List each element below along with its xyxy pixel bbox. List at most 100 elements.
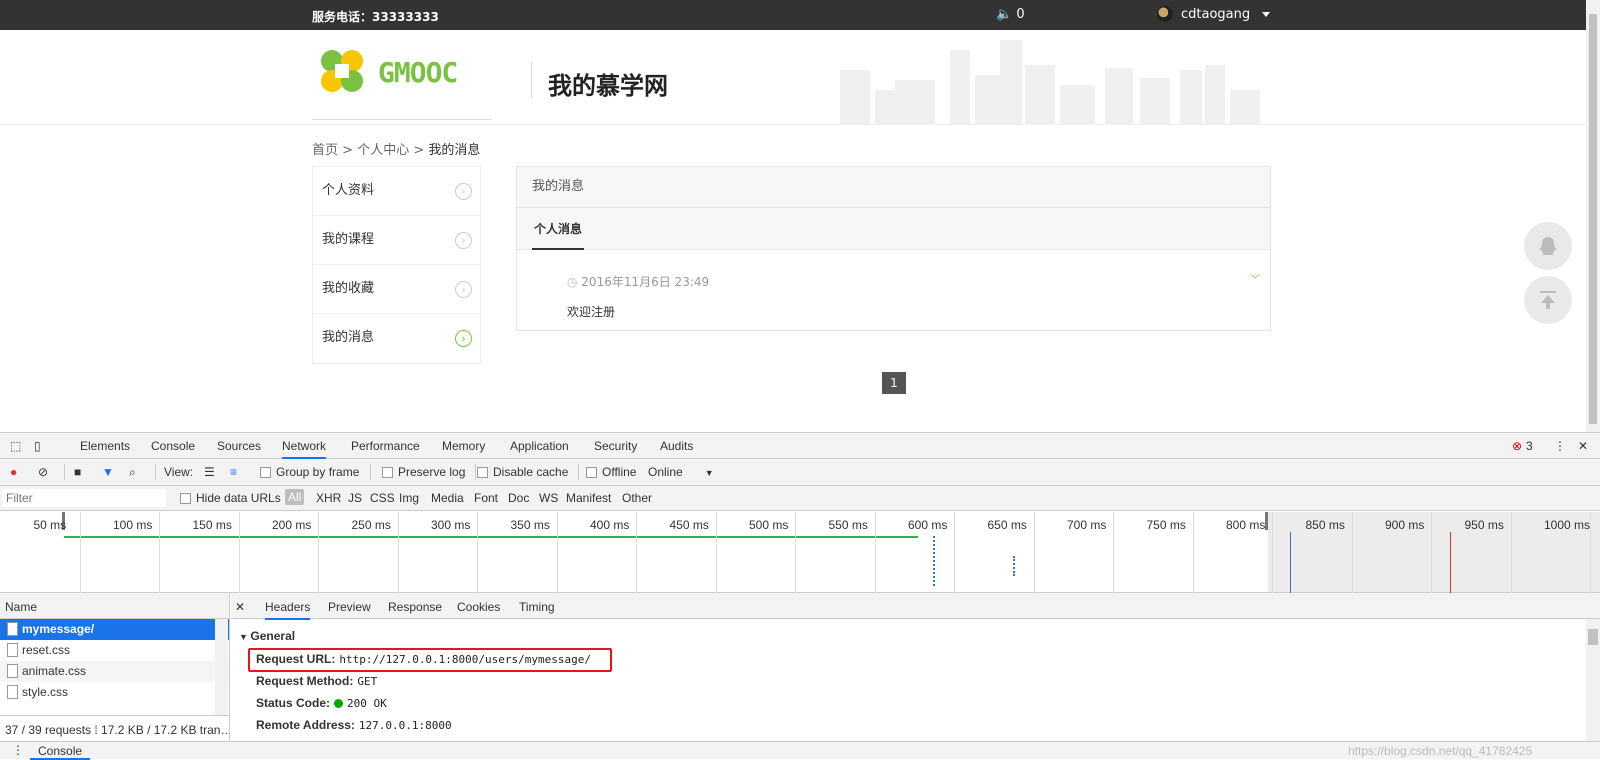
filter-css[interactable]: CSS xyxy=(370,491,395,505)
file-icon xyxy=(7,685,18,699)
group-by-frame-checkbox[interactable]: Group by frame xyxy=(260,465,359,479)
tab-sources[interactable]: Sources xyxy=(217,439,261,453)
notification-indicator[interactable]: 🔈 0 xyxy=(996,7,1025,22)
nav-item-favorites[interactable]: 我的收藏 › xyxy=(313,265,480,314)
logo-icon[interactable] xyxy=(319,48,365,94)
timeline-gridline xyxy=(1113,512,1114,593)
nav-item-messages[interactable]: 我的消息 › xyxy=(313,314,480,363)
tab-memory[interactable]: Memory xyxy=(442,439,485,453)
timeline-gridline xyxy=(1033,512,1035,593)
nav-item-courses[interactable]: 我的课程 › xyxy=(313,216,480,265)
scrollbar-thumb[interactable] xyxy=(1588,629,1598,645)
tab-console[interactable]: Console xyxy=(151,439,195,453)
tab-preview[interactable]: Preview xyxy=(328,600,371,614)
speaker-icon: 🔈 xyxy=(996,7,1013,22)
filter-xhr[interactable]: XHR xyxy=(316,491,341,505)
filter-doc[interactable]: Doc xyxy=(508,491,529,505)
hide-data-urls-checkbox[interactable]: Hide data URLs xyxy=(180,491,281,505)
tab-elements[interactable]: Elements xyxy=(80,439,130,453)
request-name: animate.css xyxy=(22,664,87,678)
chevron-down-icon[interactable]: ﹀ xyxy=(1250,271,1260,286)
timeline-tick-label: 700 ms xyxy=(1067,518,1107,532)
large-rows-icon[interactable]: ☰ xyxy=(204,465,215,479)
requests-scrollbar[interactable] xyxy=(215,619,228,715)
filter-font[interactable]: Font xyxy=(474,491,498,505)
tab-personal-messages[interactable]: 个人消息 xyxy=(532,208,585,250)
status-code-value: 200 OK xyxy=(347,697,387,710)
chevron-right-icon: › xyxy=(455,183,472,200)
filter-icon[interactable]: ▼ xyxy=(102,465,114,479)
request-row[interactable]: mymessage/ xyxy=(0,619,229,640)
timeline-gridline xyxy=(1510,512,1512,593)
filter-ws[interactable]: WS xyxy=(539,491,558,505)
timeline-tick-label: 200 ms xyxy=(272,518,312,532)
record-icon[interactable]: ● xyxy=(10,465,17,479)
request-row[interactable]: style.css xyxy=(0,682,229,703)
filter-media[interactable]: Media xyxy=(431,491,464,505)
breadcrumb-home[interactable]: 首页 xyxy=(312,143,338,158)
filter-js[interactable]: JS xyxy=(348,491,362,505)
error-icon[interactable]: ⊗ xyxy=(1512,439,1522,453)
filter-all[interactable]: All xyxy=(285,489,305,505)
throttling-select[interactable]: Online ▼ xyxy=(648,465,714,479)
tab-performance[interactable]: Performance xyxy=(351,439,420,453)
dropdown-arrow-icon: ▼ xyxy=(704,468,714,478)
close-icon[interactable]: ✕ xyxy=(235,600,245,614)
qq-service-button[interactable] xyxy=(1524,222,1572,270)
user-menu[interactable]: cdtaogang xyxy=(1157,6,1271,22)
tab-headers[interactable]: Headers xyxy=(265,600,311,620)
general-section-toggle[interactable]: ▼ General xyxy=(239,629,295,643)
timeline-tick-label: 900 ms xyxy=(1385,518,1425,532)
file-icon xyxy=(7,664,18,678)
timeline-gridline xyxy=(238,512,240,593)
tab-cookies[interactable]: Cookies xyxy=(457,600,500,614)
page-scrollbar[interactable] xyxy=(1586,0,1600,432)
request-row[interactable]: reset.css xyxy=(0,640,229,661)
screenshot-camera-icon[interactable]: ■ xyxy=(74,465,81,479)
preserve-log-checkbox[interactable]: Preserve log xyxy=(382,465,465,479)
back-to-top-button[interactable] xyxy=(1524,276,1572,324)
page-number-button[interactable]: 1 xyxy=(882,372,906,394)
request-method-row: Request Method: GET xyxy=(256,674,377,688)
offline-checkbox[interactable]: Offline xyxy=(586,465,636,479)
detail-scrollbar[interactable] xyxy=(1586,619,1600,741)
filter-input[interactable] xyxy=(2,489,166,507)
timeline-gridline xyxy=(1192,512,1194,593)
tab-application[interactable]: Application xyxy=(510,439,569,453)
user-center-nav: 个人资料 › 我的课程 › 我的收藏 › 我的消息 › xyxy=(312,166,481,364)
waterfall-view-icon[interactable]: ≡ xyxy=(230,465,237,479)
breadcrumb-separator: > xyxy=(409,143,429,158)
timeline-gridline xyxy=(874,512,876,593)
overview-window-handle[interactable] xyxy=(1265,512,1268,530)
error-count[interactable]: 3 xyxy=(1526,439,1533,453)
remote-address-value: 127.0.0.1:8000 xyxy=(358,719,452,732)
scrollbar-thumb[interactable] xyxy=(1589,14,1597,424)
nav-item-profile[interactable]: 个人资料 › xyxy=(313,167,480,216)
tab-response[interactable]: Response xyxy=(388,600,442,614)
tab-security[interactable]: Security xyxy=(594,439,637,453)
more-options-icon[interactable]: ⋮ xyxy=(1554,439,1566,453)
disable-cache-checkbox[interactable]: Disable cache xyxy=(477,465,568,479)
status-ok-icon xyxy=(334,699,344,709)
filter-manifest[interactable]: Manifest xyxy=(566,491,611,505)
logo-text[interactable]: GMOOC xyxy=(378,56,458,89)
filter-img[interactable]: Img xyxy=(399,491,419,505)
device-toolbar-icon[interactable]: ▯ xyxy=(34,439,41,453)
tab-network[interactable]: Network xyxy=(282,439,327,459)
close-icon[interactable]: ✕ xyxy=(1578,439,1588,453)
search-icon[interactable]: ⌕ xyxy=(129,465,136,480)
logo-underline xyxy=(312,119,492,120)
green-timing-line xyxy=(64,536,918,538)
breadcrumb-user-center[interactable]: 个人中心 xyxy=(357,143,409,158)
tab-audits[interactable]: Audits xyxy=(660,439,693,453)
drawer-tab-console[interactable]: Console xyxy=(30,742,91,760)
status-code-key: Status Code: xyxy=(256,696,331,710)
name-column-header[interactable]: Name xyxy=(0,593,229,619)
clear-icon[interactable]: ⊘ xyxy=(38,465,48,479)
inspect-element-icon[interactable]: ⬚ xyxy=(10,439,21,453)
tab-timing[interactable]: Timing xyxy=(519,600,555,614)
filter-other[interactable]: Other xyxy=(622,491,652,505)
drawer-menu-icon[interactable]: ⋮ xyxy=(12,743,24,757)
network-overview-timeline[interactable]: 50 ms 100 ms 150 ms 200 ms 250 ms 300 ms 350 m… xyxy=(0,512,1600,593)
request-row[interactable]: animate.css xyxy=(0,661,229,682)
